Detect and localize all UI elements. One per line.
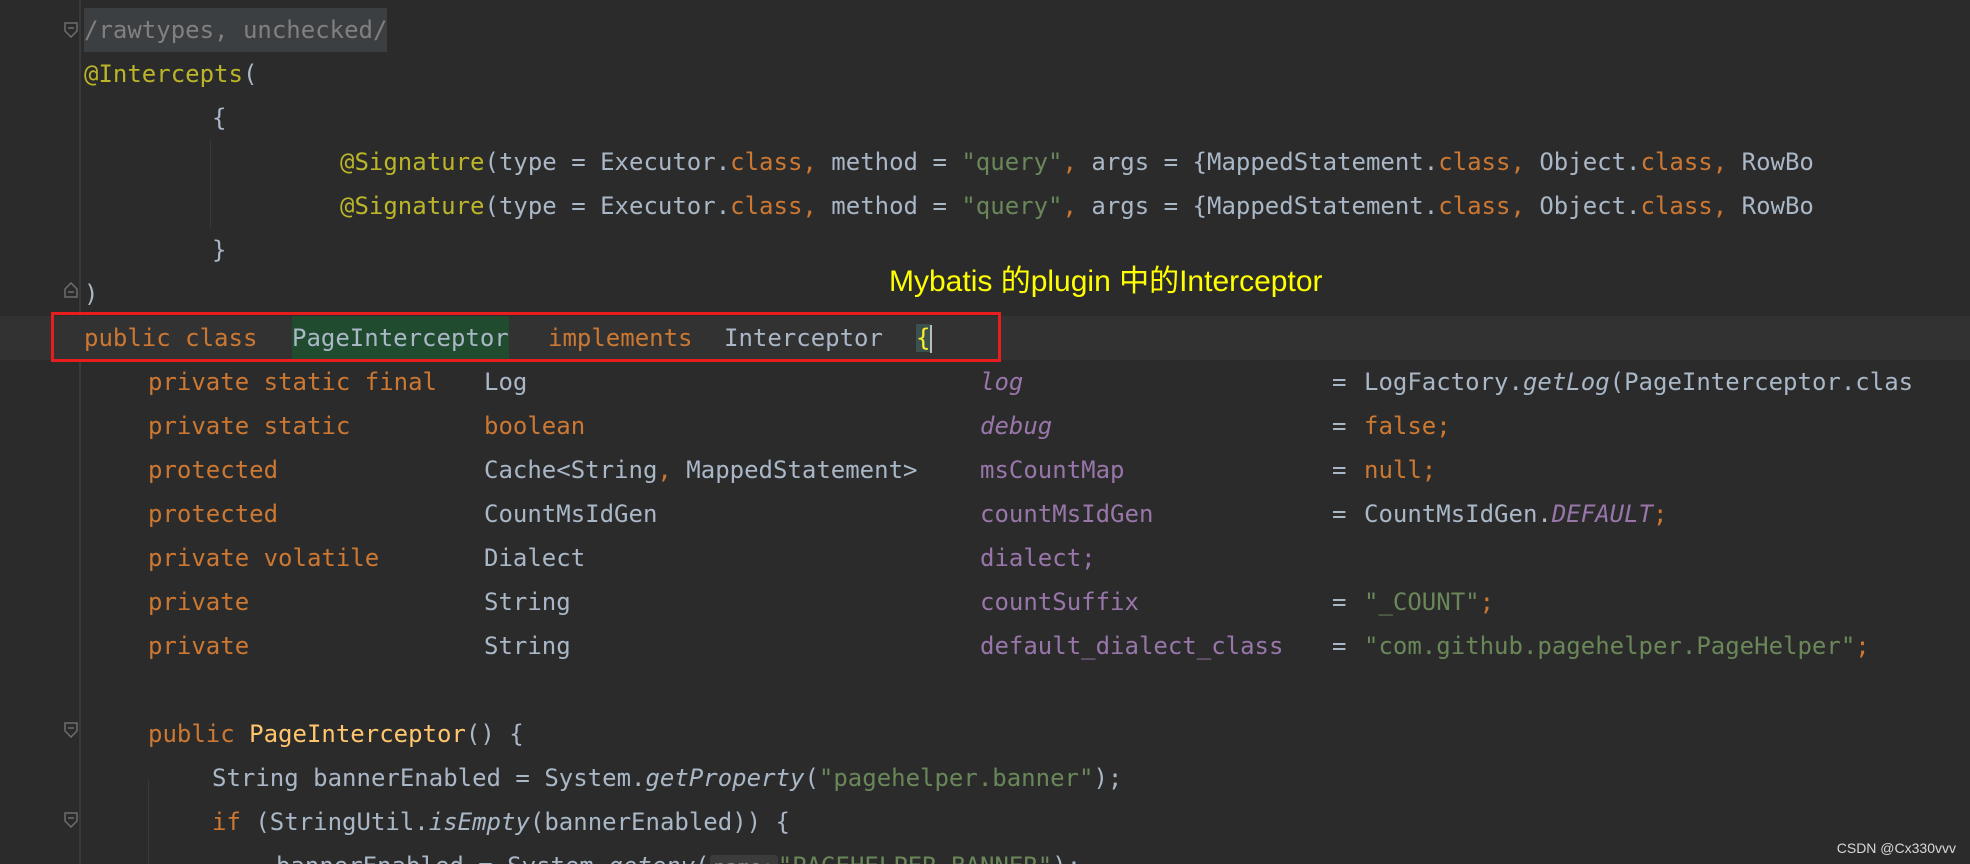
assign-op: = <box>1332 588 1347 616</box>
annotation-intercepts: @Intercepts( <box>84 60 258 88</box>
banner-statement: String bannerEnabled = System.getPropert… <box>212 764 1123 792</box>
brace: } <box>212 236 227 264</box>
field-name: msCountMap <box>980 456 1125 484</box>
field-modifiers: protected <box>148 500 279 528</box>
field-modifiers: private static final <box>148 368 437 396</box>
code-line[interactable]: /rawtypes, unchecked/ <box>0 8 388 52</box>
if-statement: if (StringUtil.isEmpty(bannerEnabled)) { <box>212 808 790 836</box>
field-value: null; <box>1364 456 1437 484</box>
field-modifiers: private <box>148 588 250 616</box>
field-type: Dialect <box>484 544 586 572</box>
field-name: dialect; <box>980 544 1096 572</box>
field-modifiers: protected <box>148 456 279 484</box>
field-name: default_dialect_class <box>980 632 1284 660</box>
code-line[interactable]: String bannerEnabled = System.getPropert… <box>0 756 1122 800</box>
code-line[interactable]: @Signature(type = Executor.class, method… <box>0 184 1814 228</box>
field-type: boolean <box>484 412 586 440</box>
code-line[interactable]: } <box>0 228 226 272</box>
field-name: log <box>980 368 1024 396</box>
code-line[interactable]: ) <box>0 272 98 316</box>
indent-guide <box>148 780 149 864</box>
suppress-warnings-comment: /rawtypes, unchecked/ <box>84 8 388 52</box>
code-line[interactable]: private String default_dialect_class = "… <box>0 624 1870 668</box>
code-line[interactable]: bannerEnabled = System.getenv(name:"PAGE… <box>0 844 1081 864</box>
code-line[interactable]: public PageInterceptor() { <box>0 712 524 756</box>
assign-op: = <box>1332 632 1347 660</box>
code-line[interactable]: private String countSuffix = "_COUNT"; <box>0 580 1494 624</box>
code-line[interactable]: if (StringUtil.isEmpty(bannerEnabled)) { <box>0 800 790 844</box>
code-line[interactable]: private static final Log log = LogFactor… <box>0 360 1913 404</box>
code-line[interactable]: protected CountMsIdGen countMsIdGen = Co… <box>0 492 1667 536</box>
annotation-note: Mybatis 的plugin 中的Interceptor <box>889 265 1323 298</box>
highlight-box <box>51 312 1001 362</box>
code-line[interactable]: @Signature(type = Executor.class, method… <box>0 140 1814 184</box>
code-line[interactable]: @Intercepts( <box>0 52 257 96</box>
code-line[interactable]: private volatile Dialect dialect; <box>0 536 1096 580</box>
field-name: countMsIdGen <box>980 500 1154 528</box>
assign-op: = <box>1332 456 1347 484</box>
code-editor[interactable]: /rawtypes, unchecked/ @Intercepts( { @Si… <box>0 0 1970 864</box>
code-line[interactable]: private static boolean debug = false; <box>0 404 1451 448</box>
signature-annotation: @Signature(type = Executor.class, method… <box>340 192 1814 220</box>
watermark: CSDN @Cx330vvv <box>1836 840 1956 856</box>
assign-op: = <box>1332 412 1347 440</box>
field-modifiers: private <box>148 632 250 660</box>
field-value: CountMsIdGen.DEFAULT; <box>1364 500 1668 528</box>
fold-expand-icon[interactable] <box>64 282 78 298</box>
field-name: debug <box>980 412 1053 440</box>
field-type: Cache<String, MappedStatement> <box>484 456 918 484</box>
getenv-statement: bannerEnabled = System.getenv(name:"PAGE… <box>276 844 1081 864</box>
paren: ) <box>84 280 99 308</box>
field-type: CountMsIdGen <box>484 500 658 528</box>
field-value: false; <box>1364 412 1451 440</box>
constructor-declaration: public PageInterceptor() { <box>148 720 524 748</box>
assign-op: = <box>1332 368 1347 396</box>
assign-op: = <box>1332 500 1347 528</box>
code-line[interactable]: protected Cache<String, MappedStatement>… <box>0 448 1436 492</box>
field-value: LogFactory.getLog(PageInterceptor.clas <box>1364 368 1914 396</box>
field-value: "com.github.pagehelper.PageHelper"; <box>1364 632 1870 660</box>
indent-guide <box>210 140 211 228</box>
code-line[interactable]: { <box>0 96 226 140</box>
field-modifiers: private static <box>148 412 351 440</box>
fold-collapse-icon[interactable] <box>64 722 78 738</box>
field-value: "_COUNT"; <box>1364 588 1495 616</box>
gutter-divider <box>79 0 81 864</box>
fold-collapse-icon[interactable] <box>64 22 78 38</box>
brace: { <box>212 104 227 132</box>
field-name: countSuffix <box>980 588 1139 616</box>
field-modifiers: private volatile <box>148 544 380 572</box>
field-type: String <box>484 588 571 616</box>
fold-collapse-icon[interactable] <box>64 812 78 828</box>
field-type: String <box>484 632 571 660</box>
signature-annotation: @Signature(type = Executor.class, method… <box>340 148 1814 176</box>
field-type: Log <box>484 368 528 396</box>
parameter-hint: name: <box>709 855 778 864</box>
